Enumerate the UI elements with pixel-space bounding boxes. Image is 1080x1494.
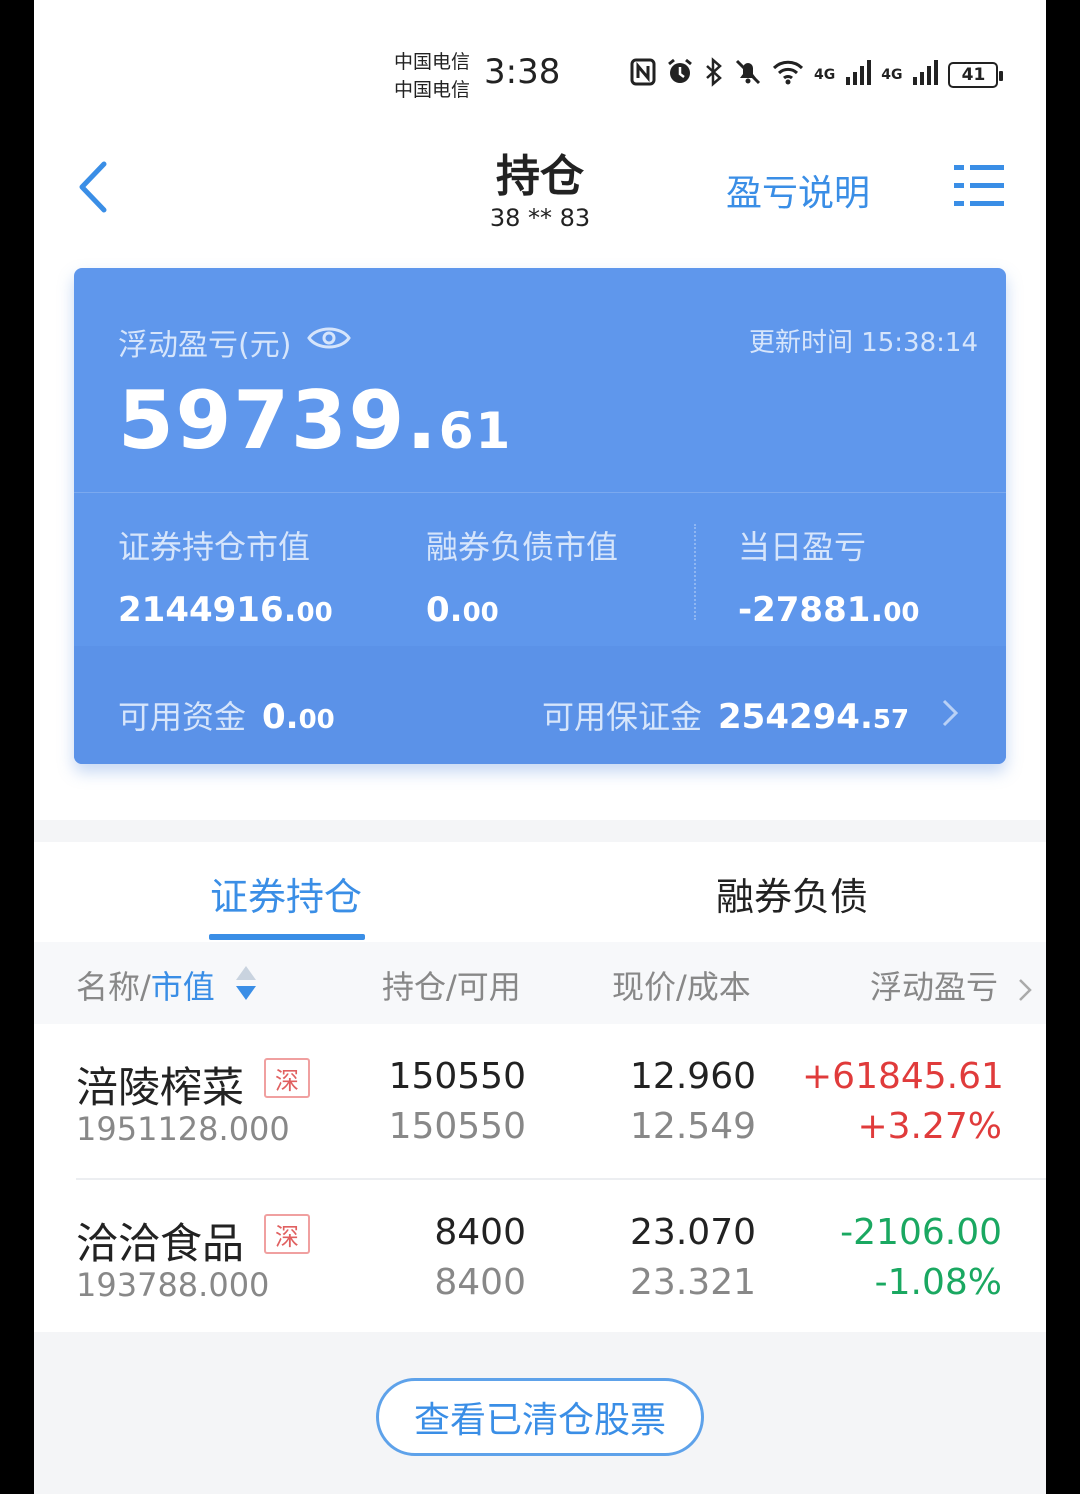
current-price: 23.070 xyxy=(630,1212,756,1253)
phone-screen: 中国电信 中国电信 3:38 4G 4G 41 持仓 38 ** 83 盈亏说明… xyxy=(34,0,1046,1494)
chevron-right-icon[interactable] xyxy=(1018,972,1032,1001)
metric-securities-value: 证券持仓市值 2144916.00 xyxy=(118,522,333,630)
network-type-1: 4G xyxy=(814,67,836,83)
floating-pl-decimal: 61 xyxy=(438,402,513,460)
divider xyxy=(74,492,1006,493)
floating-pl-label-group: 浮动盈亏(元) xyxy=(118,320,352,364)
market-badge: 深 xyxy=(264,1214,310,1254)
floating-pl-percent: +3.27% xyxy=(857,1106,1002,1147)
available-margin-decimal: 57 xyxy=(872,705,910,735)
carrier-labels: 中国电信 中国电信 xyxy=(394,48,470,104)
signal-icon xyxy=(912,59,939,91)
available-qty: 8400 xyxy=(434,1262,526,1303)
wifi-icon xyxy=(772,59,804,91)
table-header: 名称/市值 持仓/可用 现价/成本 浮动盈亏 xyxy=(34,942,1046,1024)
holdings-panel: 证券持仓 融券负债 名称/市值 持仓/可用 现价/成本 浮动盈亏 涪陵榨菜 深 … xyxy=(34,842,1046,1332)
page-title: 持仓 xyxy=(496,151,584,202)
mute-bell-icon xyxy=(734,58,762,92)
nfc-icon xyxy=(630,58,656,92)
column-header-pl[interactable]: 浮动盈亏 xyxy=(870,962,998,1008)
table-row[interactable]: 洽洽食品 深 193788.000 8400 8400 23.070 23.32… xyxy=(34,1182,1046,1336)
available-funds-integer: 0. xyxy=(262,697,299,737)
metric-integer: -27881. xyxy=(738,590,884,630)
metric-decimal: 00 xyxy=(296,598,333,628)
network-type-2: 4G xyxy=(881,67,903,83)
pl-explain-link[interactable]: 盈亏说明 xyxy=(726,164,870,216)
summary-card: 浮动盈亏(元) 更新时间 15:38:14 59739.61 证券持仓市值 21… xyxy=(74,268,1006,764)
metric-integer: 2144916. xyxy=(118,590,297,630)
column-header-position: 持仓/可用 xyxy=(382,968,521,1006)
tab-securities-holdings[interactable]: 证券持仓 xyxy=(210,866,362,921)
metric-integer: 0. xyxy=(426,590,463,630)
available-funds-decimal: 00 xyxy=(298,705,335,735)
carrier-1: 中国电信 xyxy=(394,51,471,73)
metric-label: 融券负债市值 xyxy=(426,528,619,566)
floating-pl: -2106.00 xyxy=(840,1212,1002,1253)
metric-value: 2144916.00 xyxy=(118,590,333,630)
available-margin: 可用保证金 254294.57 xyxy=(542,692,909,738)
position-qty: 8400 xyxy=(434,1212,526,1253)
chevron-right-icon[interactable] xyxy=(940,698,960,728)
eye-icon[interactable] xyxy=(307,324,352,360)
top-area: 中国电信 中国电信 3:38 4G 4G 41 持仓 38 ** 83 盈亏说明… xyxy=(34,0,1046,820)
current-price: 12.960 xyxy=(630,1056,756,1097)
available-funds: 可用资金 0.00 xyxy=(118,692,335,738)
status-time: 3:38 xyxy=(484,52,561,92)
stock-name: 涪陵榨菜 xyxy=(76,1063,245,1112)
position-qty: 150550 xyxy=(388,1056,526,1097)
floating-pl-value: 59739.61 xyxy=(118,374,512,467)
floating-pl: +61845.61 xyxy=(802,1056,1004,1097)
available-margin-integer: 254294. xyxy=(718,697,873,737)
metric-value: -27881.00 xyxy=(738,590,920,630)
cost-price: 23.321 xyxy=(630,1262,756,1303)
metric-value: 0.00 xyxy=(426,590,618,630)
divider xyxy=(76,1178,1046,1180)
tab-short-liabilities[interactable]: 融券负债 xyxy=(716,866,868,921)
status-icons: 4G 4G 41 xyxy=(630,57,1004,93)
column-header-price: 现价/成本 xyxy=(612,968,751,1006)
metric-daily-pl: 当日盈亏 -27881.00 xyxy=(738,522,920,630)
metric-short-liability: 融券负债市值 0.00 xyxy=(426,522,618,630)
account-number: 38 ** 83 xyxy=(489,204,591,232)
available-funds-value: 0.00 xyxy=(262,697,335,737)
table-row[interactable]: 涪陵榨菜 深 1951128.000 150550 150550 12.960 … xyxy=(34,1026,1046,1180)
signal-icon xyxy=(845,59,872,91)
bluetooth-icon xyxy=(704,57,724,93)
alarm-icon xyxy=(666,58,694,92)
menu-icon[interactable] xyxy=(954,163,1004,209)
view-cleared-stocks-button[interactable]: 查看已清仓股票 xyxy=(376,1378,704,1456)
battery-icon: 41 xyxy=(948,62,1004,88)
available-margin-label: 可用保证金 xyxy=(542,698,703,736)
market-badge: 深 xyxy=(264,1058,310,1098)
metric-decimal: 00 xyxy=(883,598,920,628)
stock-name: 洽洽食品 xyxy=(76,1219,245,1268)
column-header-name[interactable]: 名称/市值 xyxy=(76,962,215,1008)
market-value: 193788.000 xyxy=(76,1266,270,1304)
floating-pl-integer: 59739. xyxy=(118,374,439,467)
divider xyxy=(694,524,696,620)
tab-indicator xyxy=(209,934,365,940)
column-name-label: 名称/ xyxy=(76,968,151,1006)
sort-icon[interactable] xyxy=(234,964,258,1002)
metric-decimal: 00 xyxy=(462,598,499,628)
carrier-2: 中国电信 xyxy=(394,79,471,101)
column-market-value-label: 市值 xyxy=(150,968,215,1006)
metric-label: 证券持仓市值 xyxy=(118,528,311,566)
available-funds-label: 可用资金 xyxy=(118,698,247,736)
floating-pl-percent: -1.08% xyxy=(874,1262,1002,1303)
funds-row[interactable]: 可用资金 0.00 可用保证金 254294.57 xyxy=(74,646,1006,764)
metric-label: 当日盈亏 xyxy=(738,528,867,566)
cost-price: 12.549 xyxy=(630,1106,756,1147)
update-time: 更新时间 15:38:14 xyxy=(748,328,978,358)
market-value: 1951128.000 xyxy=(76,1110,290,1148)
available-margin-value: 254294.57 xyxy=(718,697,909,737)
available-qty: 150550 xyxy=(388,1106,526,1147)
floating-pl-label: 浮动盈亏(元) xyxy=(118,328,292,363)
